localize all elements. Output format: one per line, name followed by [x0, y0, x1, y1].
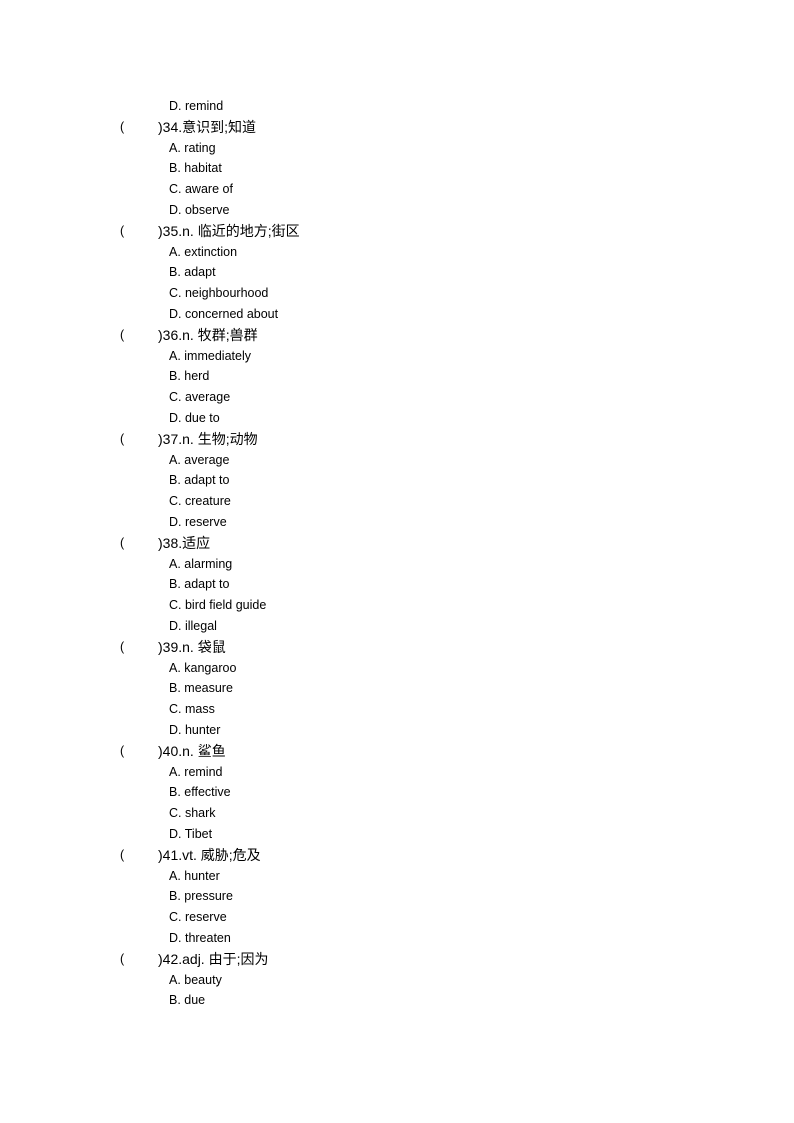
- option-line: B. adapt: [169, 265, 216, 280]
- question-stem: )41.vt. 威胁;危及: [158, 846, 261, 863]
- option-line: A. remind: [169, 764, 223, 779]
- question-stem: )40.n. 鲨鱼: [158, 742, 226, 759]
- option-line: C. mass: [169, 702, 215, 717]
- option-line: B. adapt to: [169, 577, 230, 592]
- option-line: A. extinction: [169, 244, 238, 259]
- answer-blank-paren: (: [120, 535, 125, 550]
- option-line: A. hunter: [169, 868, 220, 883]
- option-line: B. due: [169, 993, 206, 1008]
- option-line: D. remind: [169, 99, 224, 113]
- option-line: C. aware of: [169, 182, 233, 197]
- option-line: C. neighbourhood: [169, 286, 269, 301]
- option-line: A. kangaroo: [169, 660, 237, 675]
- answer-blank-paren: (: [120, 223, 125, 238]
- option-line: C. creature: [169, 494, 231, 509]
- question-stem: )38.适应: [158, 534, 211, 551]
- answer-blank-paren: (: [120, 951, 125, 966]
- option-line: B. pressure: [169, 889, 233, 904]
- option-line: C. reserve: [169, 910, 227, 925]
- option-line: D. illegal: [169, 619, 217, 633]
- option-line: D. concerned about: [169, 307, 279, 321]
- option-line: D. reserve: [169, 515, 227, 529]
- question-stem: )35.n. 临近的地方;街区: [158, 222, 300, 239]
- question-stem: )34.意识到;知道: [158, 118, 257, 135]
- option-line: D. hunter: [169, 723, 221, 737]
- answer-blank-paren: (: [120, 119, 125, 134]
- option-line: C. shark: [169, 806, 216, 821]
- option-line: A. rating: [169, 140, 216, 155]
- question-stem: )42.adj. 由于;因为: [158, 950, 269, 967]
- answer-blank-paren: (: [120, 743, 125, 758]
- question-stem: )39.n. 袋鼠: [158, 638, 226, 655]
- option-line: A. beauty: [169, 972, 222, 987]
- option-line: B. effective: [169, 785, 231, 800]
- option-line: C. bird field guide: [169, 598, 267, 613]
- option-line: A. immediately: [169, 348, 251, 363]
- option-line: B. habitat: [169, 161, 222, 176]
- option-line: B. herd: [169, 369, 210, 384]
- option-line: D. Tibet: [169, 827, 213, 841]
- option-line: A. alarming: [169, 556, 233, 571]
- answer-blank-paren: (: [120, 327, 125, 342]
- option-line: D. observe: [169, 203, 230, 217]
- option-line: C. average: [169, 390, 231, 405]
- option-line: A. average: [169, 452, 230, 467]
- answer-blank-paren: (: [120, 847, 125, 862]
- option-line: D. threaten: [169, 931, 231, 945]
- answer-blank-paren: (: [120, 639, 125, 654]
- option-line: B. adapt to: [169, 473, 230, 488]
- document-page: D. remind ( )34.意识到;知道 A. rating B. habitat C…: [0, 0, 794, 1123]
- question-stem: )36.n. 牧群;兽群: [158, 326, 258, 343]
- option-line: B. measure: [169, 681, 233, 696]
- question-stem: )37.n. 生物;动物: [158, 430, 258, 447]
- answer-blank-paren: (: [120, 431, 125, 446]
- option-line: D. due to: [169, 411, 220, 425]
